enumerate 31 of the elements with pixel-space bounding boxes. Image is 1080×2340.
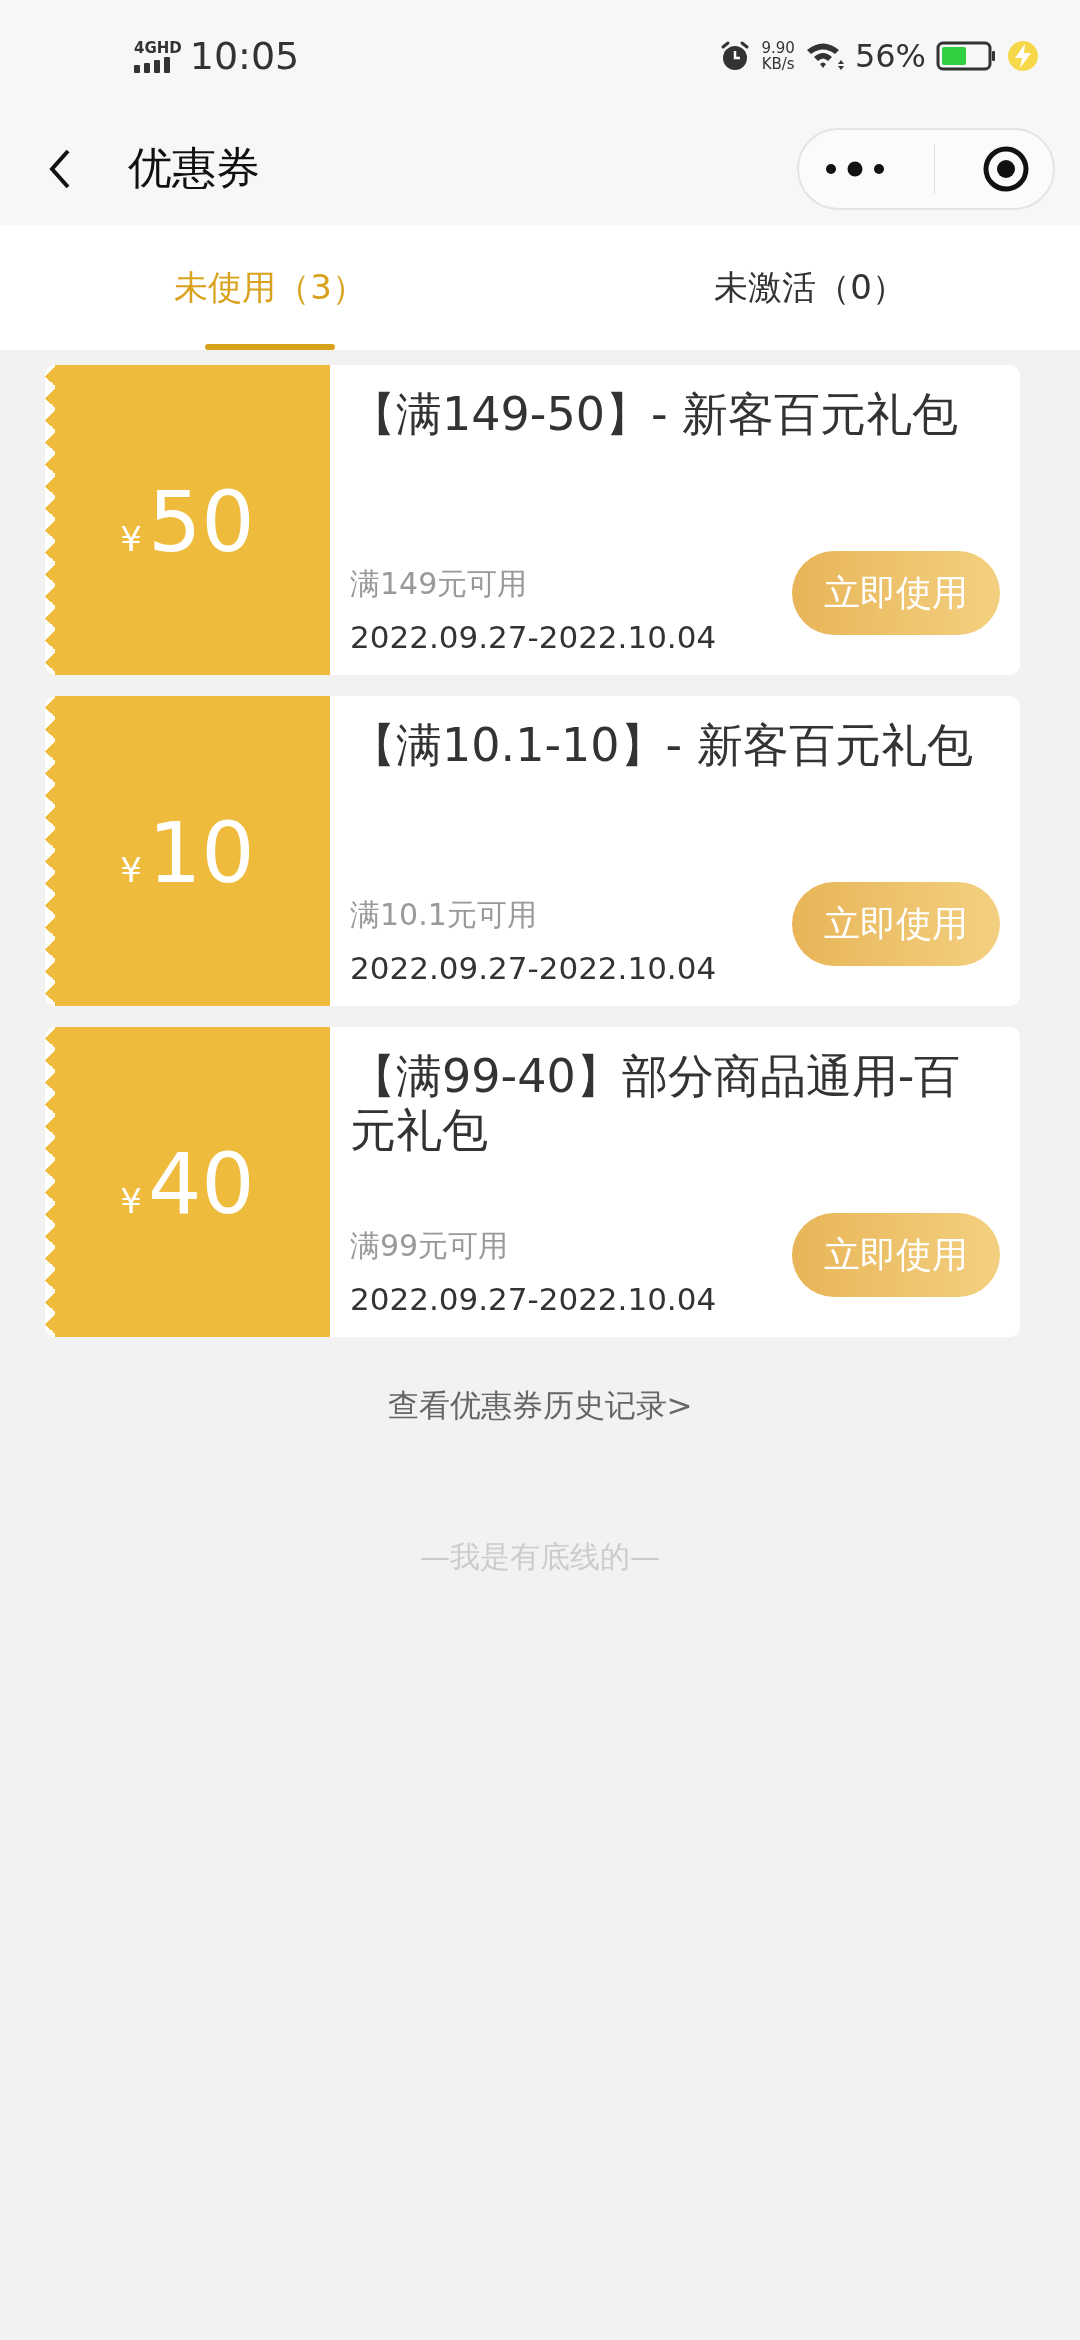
usage-condition: 满149元可用 — [350, 565, 529, 603]
coupon-amount: 40 — [147, 1139, 255, 1229]
close-target-icon[interactable] — [981, 144, 1030, 193]
use-now-button[interactable]: 立即使用 — [792, 1213, 1000, 1297]
use-now-button[interactable]: 立即使用 — [792, 551, 1000, 635]
currency-symbol: ¥ — [120, 1181, 142, 1221]
lightning-icon — [1006, 39, 1040, 73]
usage-condition: 满10.1元可用 — [350, 896, 538, 934]
use-now-button[interactable]: 立即使用 — [792, 882, 1000, 966]
speed-value: 9.90 — [761, 40, 795, 56]
battery-percent: 56% — [854, 37, 926, 75]
coupon-amount: 10 — [147, 808, 255, 898]
coupon-title: 【满99-40】部分商品通用-百元礼包 — [350, 1049, 962, 1157]
network-type: 4GHD — [134, 39, 182, 56]
coupon-title: 【满149-50】- 新客百元礼包 — [350, 387, 960, 441]
speed-unit: KB/s — [761, 56, 795, 72]
signal-icon — [134, 56, 170, 73]
page-title: 优惠券 — [128, 141, 261, 195]
validity-period: 2022.09.27-2022.10.04 — [350, 619, 717, 655]
clock-time: 10:05 — [189, 34, 300, 78]
tab[interactable]: 未使用（3） — [0, 225, 540, 350]
coupon-title: 【满10.1-10】- 新客百元礼包 — [350, 718, 974, 772]
tab[interactable]: 未激活（0） — [540, 225, 1080, 350]
currency-symbol: ¥ — [120, 519, 142, 559]
history-link[interactable]: 查看优惠券历史记录> — [387, 1385, 693, 1427]
battery-icon — [936, 40, 996, 72]
currency-symbol: ¥ — [120, 850, 142, 890]
validity-period: 2022.09.27-2022.10.04 — [350, 950, 717, 986]
usage-condition: 满99元可用 — [350, 1227, 510, 1265]
coupon-amount: 50 — [147, 477, 255, 567]
validity-period: 2022.09.27-2022.10.04 — [350, 1281, 717, 1317]
